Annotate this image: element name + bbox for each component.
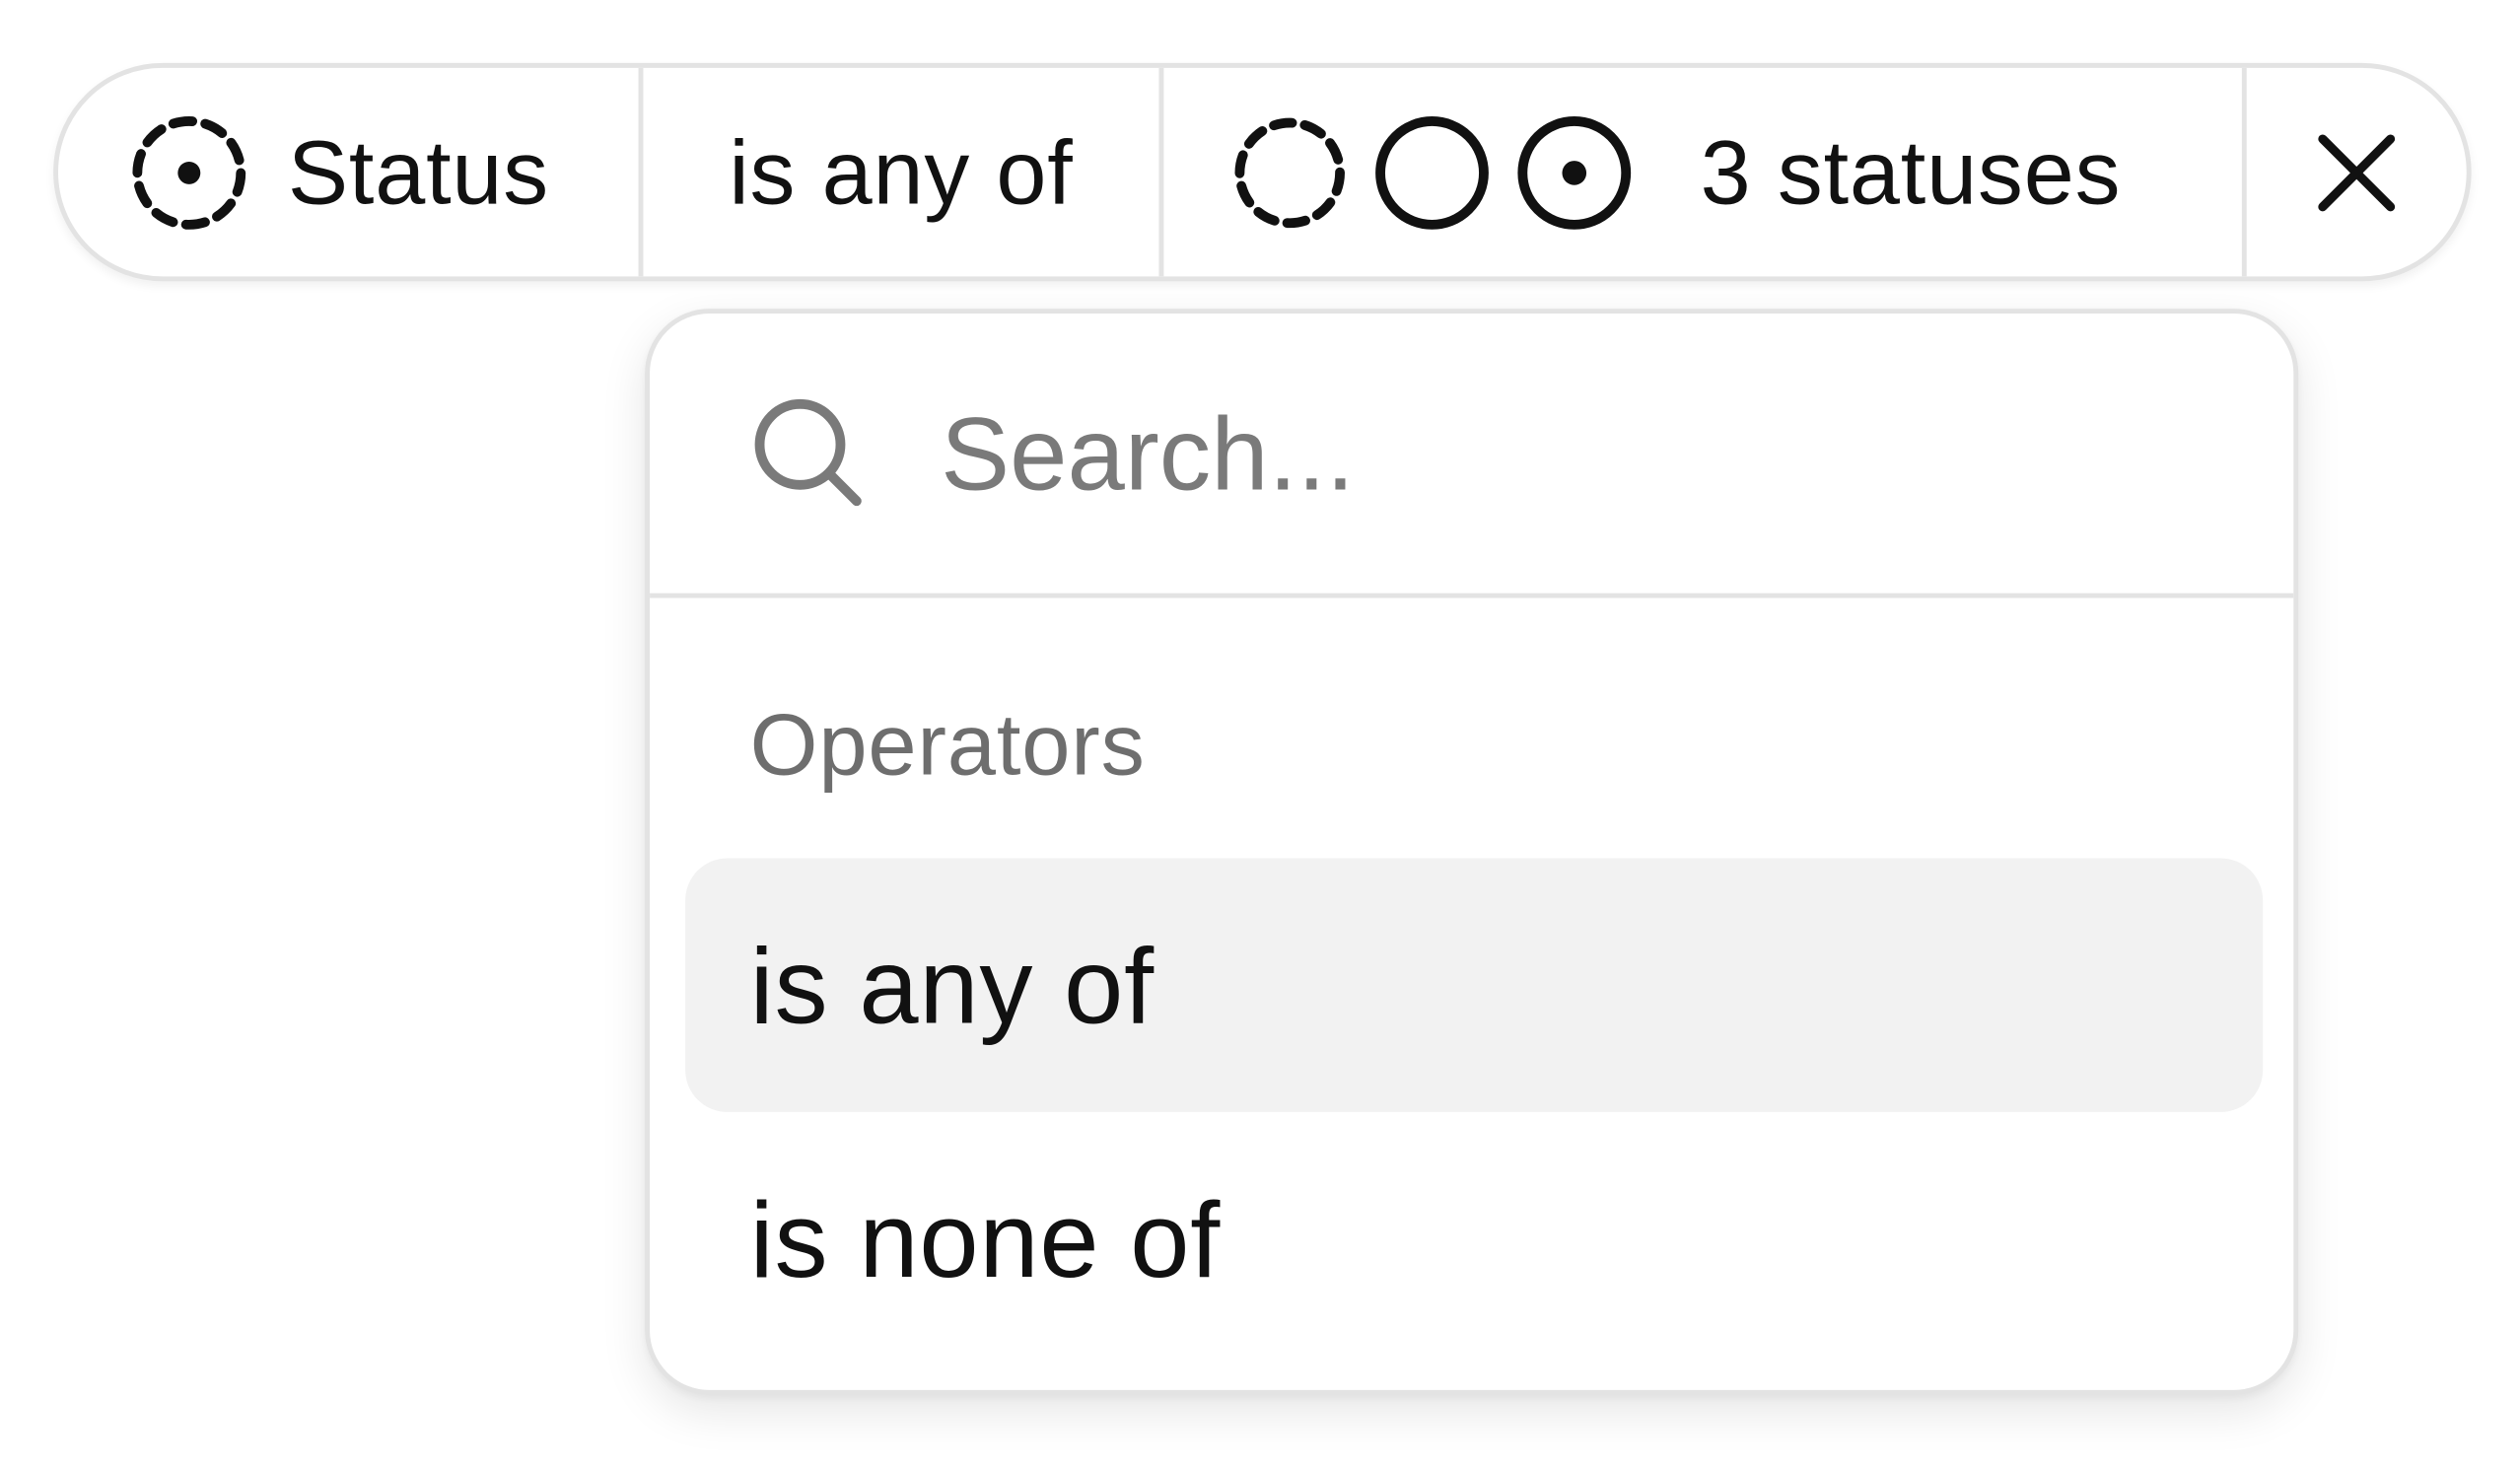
option-is-any-of[interactable]: is any of bbox=[685, 858, 2264, 1112]
status-dot-circle-icon bbox=[1516, 114, 1633, 231]
option-is-none-of[interactable]: is none of bbox=[685, 1112, 2263, 1365]
filter-operator-button[interactable]: is any of bbox=[643, 67, 1164, 277]
operators-group-label: Operators bbox=[749, 696, 1146, 794]
remove-filter-button[interactable] bbox=[2247, 68, 2467, 276]
operator-dropdown: Operators is any of is none of bbox=[645, 309, 2299, 1395]
filter-field-button[interactable]: Status bbox=[58, 67, 644, 277]
search-icon bbox=[753, 396, 867, 510]
search-input[interactable] bbox=[941, 393, 2170, 514]
status-icons-group bbox=[1231, 114, 1633, 231]
status-filter-pill: Status is any of 3 statuses bbox=[53, 62, 2472, 282]
status-empty-circle-icon bbox=[1373, 114, 1490, 231]
filter-value-label: 3 statuses bbox=[1700, 120, 2122, 224]
filter-field-label: Status bbox=[287, 120, 550, 224]
option-label: is none of bbox=[749, 1178, 1222, 1299]
option-label: is any of bbox=[749, 925, 1155, 1045]
stage: Status is any of 3 statuses Search... Op… bbox=[0, 0, 2515, 1469]
status-dashed-dot-icon bbox=[129, 112, 248, 232]
status-dashed-circle-icon bbox=[1231, 114, 1348, 231]
filter-operator-label: is any of bbox=[729, 120, 1074, 224]
search-row bbox=[650, 314, 2294, 598]
close-icon bbox=[2315, 130, 2399, 214]
filter-value-button[interactable]: 3 statuses bbox=[1163, 67, 2247, 277]
